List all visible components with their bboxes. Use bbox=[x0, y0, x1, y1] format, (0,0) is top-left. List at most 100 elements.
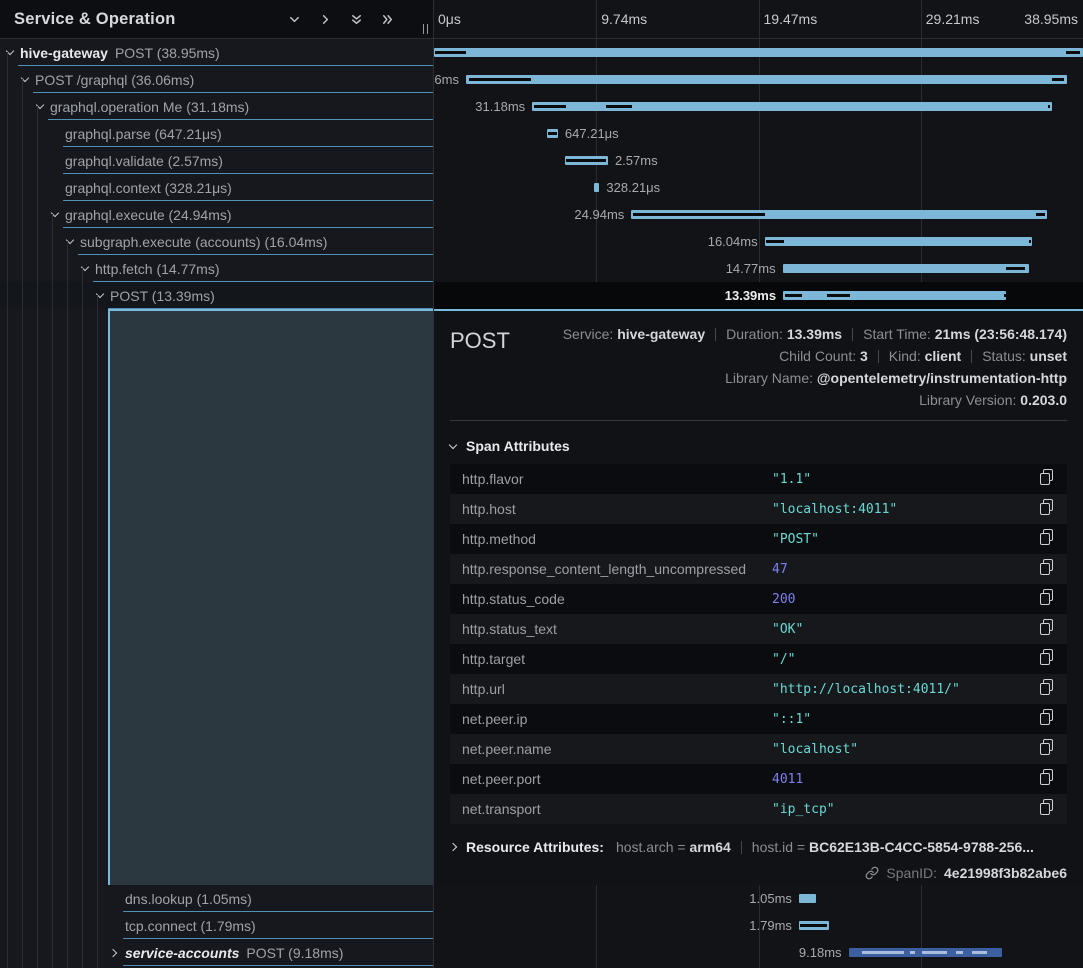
copy-icon[interactable] bbox=[1040, 499, 1053, 520]
copy-icon[interactable] bbox=[1040, 649, 1053, 670]
span-tree-row[interactable]: graphql.execute (24.94ms) bbox=[0, 201, 433, 228]
span-duration-bar[interactable] bbox=[434, 48, 1083, 57]
double-chevron-down-icon[interactable] bbox=[348, 11, 364, 27]
timeline-bar-row[interactable]: 24.94ms bbox=[434, 201, 1083, 228]
copy-icon[interactable] bbox=[1040, 679, 1053, 700]
copy-icon[interactable] bbox=[1040, 469, 1053, 490]
operation-name: POST /graphql (36.06ms) bbox=[35, 72, 194, 88]
copy-icon[interactable] bbox=[1040, 529, 1053, 550]
span-detail-header: POST Service: hive-gatewayDuration: 13.3… bbox=[450, 323, 1067, 411]
timeline-bar-row[interactable] bbox=[434, 39, 1083, 66]
link-icon[interactable] bbox=[865, 866, 879, 880]
span-duration-bar[interactable] bbox=[799, 894, 816, 903]
timeline-bar-row[interactable]: 36.06ms bbox=[434, 66, 1083, 93]
operation-name: dns.lookup (1.05ms) bbox=[125, 891, 252, 907]
meta-key: Library Version: bbox=[919, 392, 1020, 408]
copy-icon[interactable] bbox=[1040, 709, 1053, 730]
attribute-value: "localhost:4011" bbox=[772, 502, 1040, 517]
child-span-mark bbox=[956, 951, 963, 954]
span-tree-row[interactable]: graphql.operation Me (31.18ms) bbox=[0, 93, 433, 120]
meta-key: Service: bbox=[563, 326, 617, 342]
copy-icon[interactable] bbox=[1040, 739, 1053, 760]
child-span-mark bbox=[1004, 294, 1006, 297]
resource-attribute-value: arm64 bbox=[690, 839, 731, 855]
timeline-bar-row[interactable]: 16.04ms bbox=[434, 228, 1083, 255]
resource-attributes-title: Resource Attributes: bbox=[466, 839, 604, 855]
span-tree-row[interactable]: graphql.context (328.21μs) bbox=[0, 174, 433, 201]
span-tree-row[interactable]: POST (13.39ms) bbox=[0, 282, 433, 309]
child-span-mark bbox=[800, 924, 827, 927]
copy-icon[interactable] bbox=[1040, 559, 1053, 580]
divider bbox=[715, 328, 716, 341]
span-duration-bar[interactable] bbox=[594, 183, 599, 192]
child-span-mark bbox=[469, 78, 531, 81]
span-attributes-title: Span Attributes bbox=[466, 438, 570, 454]
span-duration-bar[interactable] bbox=[783, 264, 1029, 273]
resource-attributes-row[interactable]: Resource Attributes: host.arch = arm64ho… bbox=[450, 839, 1067, 855]
span-tree-row[interactable]: POST /graphql (36.06ms) bbox=[0, 66, 433, 93]
timeline-bar-row[interactable]: 2.57ms bbox=[434, 147, 1083, 174]
attribute-value: "http://localhost:4011/" bbox=[772, 682, 1040, 697]
resource-attribute-key: host.arch bbox=[616, 839, 674, 855]
copy-icon[interactable] bbox=[1040, 589, 1053, 610]
span-duration-bar[interactable] bbox=[466, 75, 1067, 84]
span-tree-row[interactable]: http.fetch (14.77ms) bbox=[0, 255, 433, 282]
span-tree-row[interactable]: service-accountsPOST (9.18ms) bbox=[0, 939, 433, 966]
attribute-key: http.url bbox=[462, 681, 772, 697]
indent-guide bbox=[67, 241, 68, 968]
attribute-row: http.flavor"1.1" bbox=[450, 464, 1067, 494]
trace-viewer: Service & Operation hive-gatewayPOST (38… bbox=[0, 0, 1083, 968]
chevron-right-icon[interactable] bbox=[109, 948, 117, 956]
tree-panel-header: Service & Operation bbox=[0, 0, 433, 39]
chevron-down-icon[interactable] bbox=[286, 11, 302, 27]
timeline-bar-row[interactable]: 31.18ms bbox=[434, 93, 1083, 120]
child-span-mark bbox=[862, 951, 904, 954]
attribute-row: http.method"POST" bbox=[450, 524, 1067, 554]
attribute-row: http.target"/" bbox=[450, 644, 1067, 674]
timeline-tick-label: 38.95ms bbox=[1024, 11, 1078, 27]
span-attributes-section-header[interactable]: Span Attributes bbox=[450, 438, 1067, 454]
meta-value: client bbox=[925, 348, 962, 364]
double-chevron-right-icon[interactable] bbox=[379, 11, 395, 27]
chevron-right-icon[interactable] bbox=[317, 11, 333, 27]
timeline-bar-row[interactable]: 9.18ms bbox=[434, 939, 1083, 966]
bar-duration-label: 36.06ms bbox=[434, 66, 459, 93]
bar-duration-label: 14.77ms bbox=[726, 255, 776, 282]
operation-name: http.fetch (14.77ms) bbox=[95, 261, 220, 277]
meta-value: unset bbox=[1030, 348, 1067, 364]
span-tree-row[interactable]: dns.lookup (1.05ms) bbox=[0, 885, 433, 912]
bar-duration-label: 31.18ms bbox=[475, 93, 525, 120]
operation-name: POST (38.95ms) bbox=[115, 45, 220, 61]
span-tree-row[interactable]: hive-gatewayPOST (38.95ms) bbox=[0, 39, 433, 66]
column-resizer-handle[interactable] bbox=[423, 24, 429, 34]
attribute-key: net.transport bbox=[462, 801, 772, 817]
copy-icon[interactable] bbox=[1040, 769, 1053, 790]
span-tree-row[interactable]: tcp.connect (1.79ms) bbox=[0, 912, 433, 939]
attribute-value: "/" bbox=[772, 652, 1040, 667]
span-duration-bar[interactable] bbox=[765, 237, 1032, 246]
bar-duration-label: 1.79ms bbox=[749, 912, 792, 939]
attribute-row: net.transport"ip_tcp" bbox=[450, 794, 1067, 824]
bar-duration-label: 2.57ms bbox=[615, 147, 658, 174]
span-tree-row[interactable]: graphql.validate (2.57ms) bbox=[0, 147, 433, 174]
divider bbox=[741, 841, 742, 854]
copy-icon[interactable] bbox=[1040, 799, 1053, 820]
attribute-key: net.peer.name bbox=[462, 741, 772, 757]
timeline-bar-row[interactable]: 13.39ms bbox=[434, 282, 1083, 309]
row-underline bbox=[108, 308, 433, 309]
timeline-bar-row[interactable]: 1.05ms bbox=[434, 885, 1083, 912]
child-span-mark bbox=[566, 159, 606, 162]
attribute-key: http.flavor bbox=[462, 471, 772, 487]
copy-icon[interactable] bbox=[1040, 619, 1053, 640]
timeline-bar-row[interactable]: 647.21μs bbox=[434, 120, 1083, 147]
span-tree-row[interactable]: subgraph.execute (accounts) (16.04ms) bbox=[0, 228, 433, 255]
span-tree-row[interactable]: graphql.parse (647.21μs) bbox=[0, 120, 433, 147]
operation-name: POST (9.18ms) bbox=[246, 945, 343, 961]
timeline-bar-row[interactable]: 14.77ms bbox=[434, 255, 1083, 282]
timeline-bar-row[interactable]: 1.79ms bbox=[434, 912, 1083, 939]
timeline-bar-row[interactable]: 328.21μs bbox=[434, 174, 1083, 201]
divider bbox=[450, 420, 1067, 421]
span-title: POST bbox=[450, 323, 510, 411]
span-duration-bar[interactable] bbox=[783, 291, 1006, 300]
meta-key: Kind: bbox=[889, 348, 925, 364]
